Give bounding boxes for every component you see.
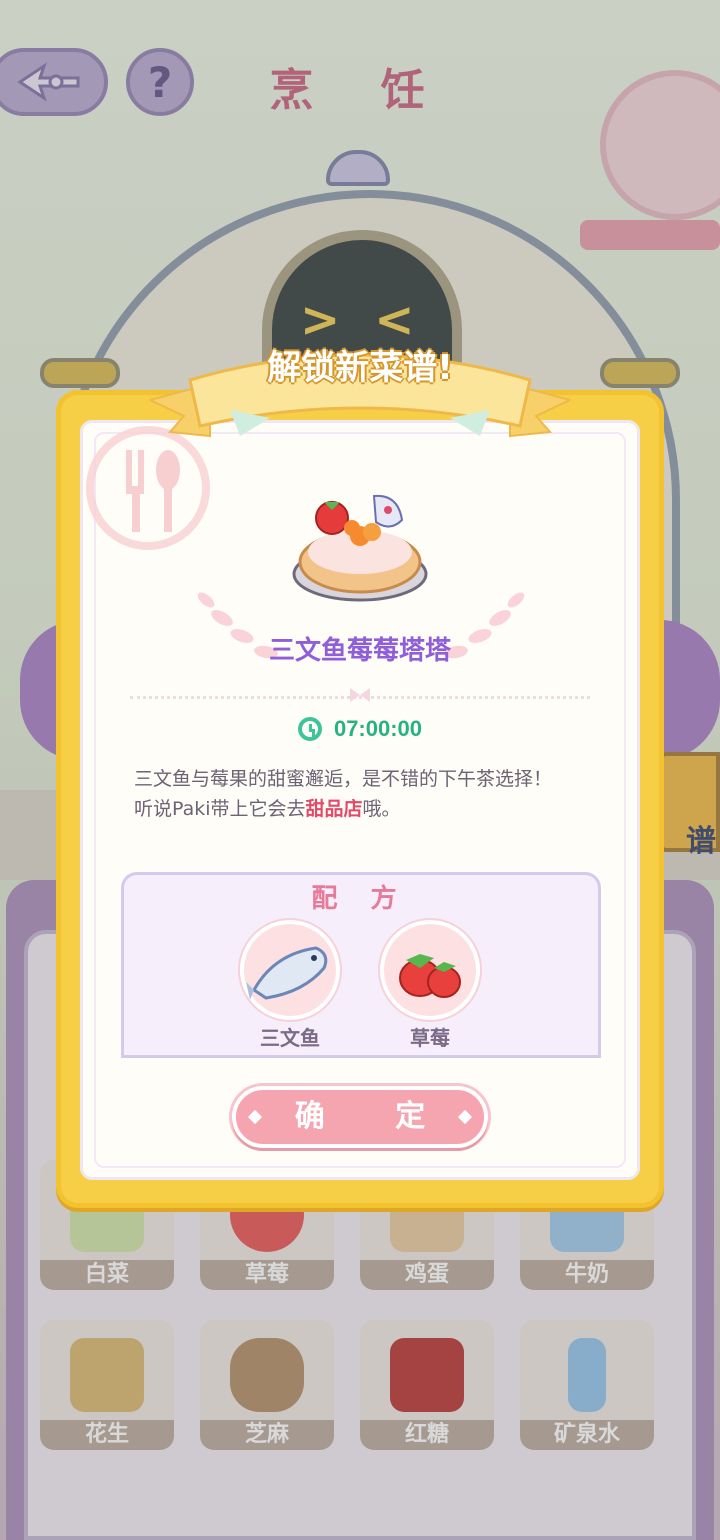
confirm-label: 确 定	[294, 1099, 456, 1134]
ingredient-label: 三文鱼	[260, 1026, 320, 1050]
fork-spoon-icon	[126, 450, 180, 532]
diamond-icon	[247, 1109, 263, 1125]
cook-time: 07:00:00	[333, 716, 423, 741]
diamond-icon	[457, 1109, 473, 1125]
recipe-ingredient: 三文鱼	[240, 920, 340, 1051]
dessert-shop-highlight: 甜品店	[305, 798, 363, 820]
ingredient-label: 草莓	[410, 1026, 450, 1050]
description-line: 三文鱼与莓果的甜蜜邂逅，是不错的下午茶选择！	[134, 768, 553, 790]
ingredient-circle	[380, 920, 480, 1020]
description-text: 哦。	[362, 798, 401, 820]
ingredient-circle	[240, 920, 340, 1020]
clock-icon	[297, 717, 322, 741]
dish-description: 三文鱼与莓果的甜蜜邂逅，是不错的下午茶选择！ 听说Paki带上它会去甜品店哦。	[134, 764, 594, 824]
unlock-banner-title: 解锁新菜谱!	[267, 348, 453, 388]
strawberry-icon	[399, 954, 461, 998]
cook-time-row: 07:00:00	[0, 716, 720, 742]
description-text: 听说Paki带上它会去	[134, 798, 306, 820]
recipe-title: 配 方	[311, 884, 409, 914]
confirm-button[interactable]: 确 定	[232, 1086, 488, 1148]
dish-name: 三文鱼莓莓塔塔	[268, 636, 451, 666]
salmon-icon	[246, 946, 328, 1000]
recipe-ingredient: 草莓	[380, 920, 480, 1051]
description-line: 听说Paki带上它会去甜品店哦。	[134, 794, 594, 824]
bow-icon	[350, 688, 370, 702]
